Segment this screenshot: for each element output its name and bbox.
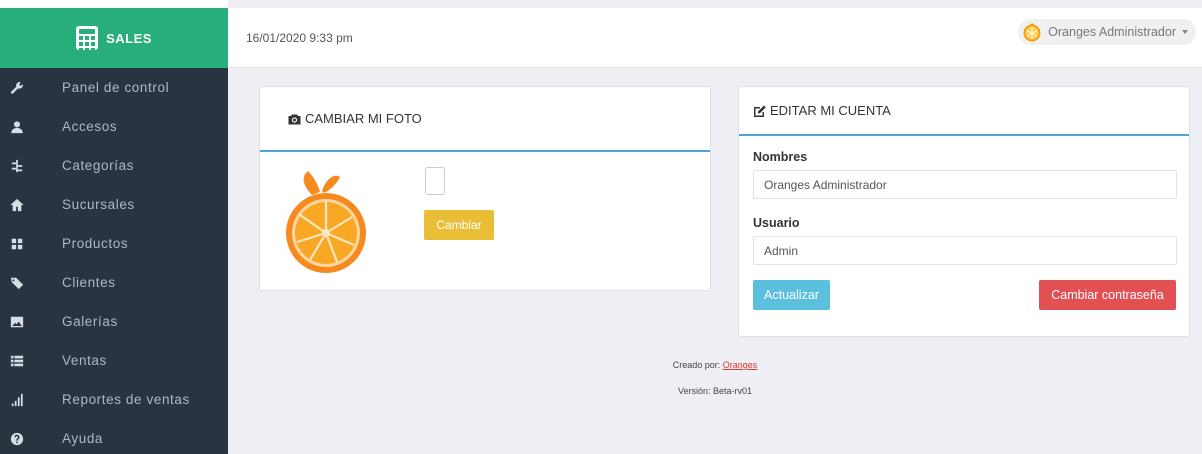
sidebar-item-clientes[interactable]: Clientes bbox=[0, 263, 228, 302]
sidebar-item-productos[interactable]: Productos bbox=[0, 224, 228, 263]
edit-account-panel: EDITAR MI CUENTA Nombres Usuario Actuali… bbox=[738, 86, 1190, 337]
update-button[interactable]: Actualizar bbox=[753, 280, 830, 310]
avatar bbox=[1023, 23, 1041, 42]
created-by-link[interactable]: Oranges bbox=[723, 360, 758, 370]
user-name: Oranges Administrador bbox=[1048, 25, 1176, 39]
user-menu[interactable]: Oranges Administrador bbox=[1018, 19, 1196, 45]
sidebar-item-reportes-de-ventas[interactable]: Reportes de ventas bbox=[0, 380, 228, 419]
sidebar-item-label: Accesos bbox=[62, 119, 118, 134]
brand-name: SALES bbox=[106, 30, 152, 46]
change-photo-panel: CAMBIAR MI FOTO Cambiar bbox=[259, 86, 711, 291]
top-bar: 16/01/2020 9:33 pm Oranges Administrador bbox=[228, 8, 1202, 68]
sidebar-item-panel-de-control[interactable]: Panel de control bbox=[0, 68, 228, 107]
sidebar-item-galerias[interactable]: Galerías bbox=[0, 302, 228, 341]
nombres-label: Nombres bbox=[753, 150, 808, 164]
sidebar-item-label: Productos bbox=[62, 236, 129, 251]
user-icon bbox=[0, 120, 62, 134]
chevron-down-icon bbox=[1182, 30, 1188, 34]
th-large-icon bbox=[0, 237, 62, 251]
picture-icon bbox=[0, 315, 62, 329]
panel-header: CAMBIAR MI FOTO bbox=[260, 87, 710, 152]
created-by-text: Creado por: bbox=[672, 360, 721, 370]
signal-icon bbox=[0, 393, 62, 407]
sidebar-item-categorias[interactable]: Categorías bbox=[0, 146, 228, 185]
sitemap-icon bbox=[0, 159, 62, 173]
profile-photo bbox=[286, 171, 366, 273]
sidebar-item-label: Ventas bbox=[62, 353, 107, 368]
camera-icon bbox=[288, 113, 301, 125]
photo-file-input[interactable] bbox=[425, 167, 445, 195]
sidebar-menu: Panel de control Accesos Categorías Sucu… bbox=[0, 68, 228, 454]
sidebar-item-label: Sucursales bbox=[62, 197, 135, 212]
change-photo-button[interactable]: Cambiar bbox=[424, 210, 494, 240]
sidebar-item-ayuda[interactable]: Ayuda bbox=[0, 419, 228, 454]
home-icon bbox=[0, 198, 62, 212]
panel-header: EDITAR MI CUENTA bbox=[739, 87, 1189, 136]
footer-version: Versión: Beta-rv01 bbox=[677, 386, 753, 396]
usuario-label: Usuario bbox=[753, 216, 800, 230]
tags-icon bbox=[0, 276, 62, 290]
sidebar-item-accesos[interactable]: Accesos bbox=[0, 107, 228, 146]
usuario-field[interactable] bbox=[753, 236, 1177, 265]
edit-icon bbox=[753, 105, 766, 117]
wrench-icon bbox=[0, 81, 62, 95]
brand[interactable]: SALES bbox=[0, 0, 228, 68]
panel-title: EDITAR MI CUENTA bbox=[770, 103, 891, 118]
current-datetime: 16/01/2020 9:33 pm bbox=[246, 31, 353, 45]
panel-title: CAMBIAR MI FOTO bbox=[305, 111, 422, 126]
nombres-field[interactable] bbox=[753, 170, 1177, 199]
sidebar: SALES Panel de control Accesos Categoría… bbox=[0, 0, 228, 454]
sidebar-item-label: Clientes bbox=[62, 275, 116, 290]
footer-credits: Creado por: Oranges bbox=[228, 360, 1202, 370]
question-icon bbox=[0, 432, 62, 446]
sidebar-item-label: Reportes de ventas bbox=[62, 392, 190, 407]
sidebar-item-ventas[interactable]: Ventas bbox=[0, 341, 228, 380]
calculator-icon bbox=[76, 26, 99, 52]
list-icon bbox=[0, 354, 62, 368]
sidebar-item-label: Galerías bbox=[62, 314, 118, 329]
sidebar-item-sucursales[interactable]: Sucursales bbox=[0, 185, 228, 224]
sidebar-item-label: Categorías bbox=[62, 158, 135, 173]
sidebar-item-label: Ayuda bbox=[62, 431, 104, 446]
change-password-button[interactable]: Cambiar contraseña bbox=[1039, 280, 1176, 310]
sidebar-item-label: Panel de control bbox=[62, 80, 170, 95]
